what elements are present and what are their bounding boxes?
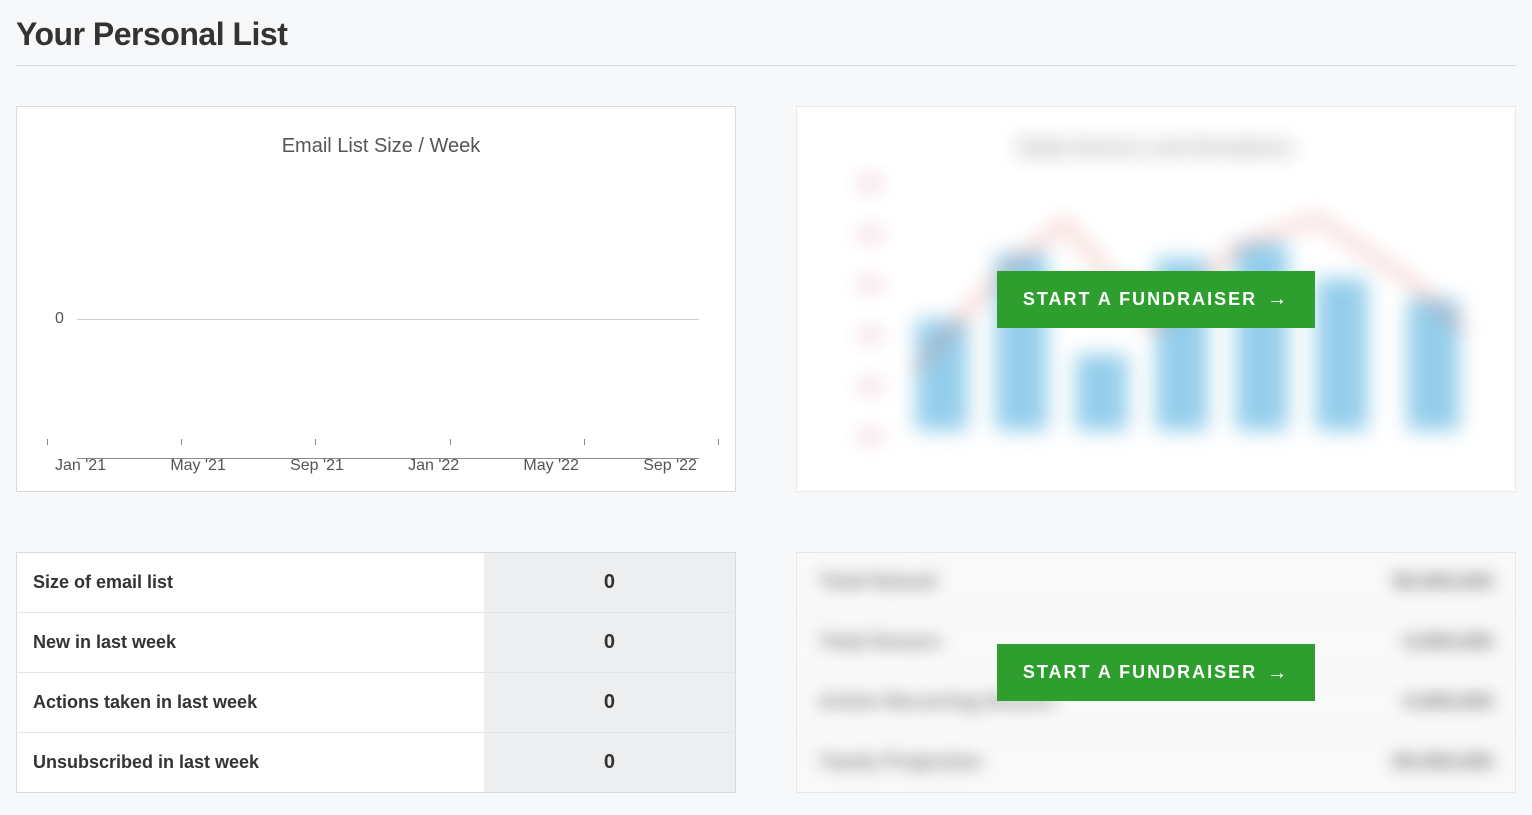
- table-row: New in last week 0: [17, 613, 736, 673]
- x-tick-label: Sep '22: [643, 457, 697, 475]
- email-stats-table: Size of email list 0 New in last week 0 …: [16, 552, 736, 793]
- page-title: Your Personal List: [16, 16, 1516, 53]
- stat-value: 0: [484, 673, 736, 733]
- x-tick-label: May '21: [170, 457, 226, 475]
- cta-label: START A FUNDRAISER: [1023, 289, 1257, 310]
- cta-label: START A FUNDRAISER: [1023, 662, 1257, 683]
- fundraiser-chart-placeholder: Daily Donors and Donations 800 600 500 4…: [805, 119, 1507, 479]
- cta-overlay: START A FUNDRAISER →: [805, 119, 1507, 479]
- arrow-right-icon: →: [1267, 289, 1289, 309]
- stats-row: Size of email list 0 New in last week 0 …: [16, 552, 1516, 793]
- table-row: Unsubscribed in last week 0: [17, 733, 736, 793]
- table-row: Actions taken in last week 0: [17, 673, 736, 733]
- table-row: Size of email list 0: [17, 553, 736, 613]
- stat-label: New in last week: [17, 613, 484, 673]
- cta-overlay-2: START A FUNDRAISER →: [797, 553, 1515, 792]
- email-list-chart-title: Email List Size / Week: [55, 135, 707, 158]
- stat-value: 0: [484, 553, 736, 613]
- x-axis-labels: Jan '21 May '21 Sep '21 Jan '22 May '22 …: [55, 457, 697, 475]
- arrow-right-icon: →: [1267, 663, 1289, 683]
- stat-value: 0: [484, 733, 736, 793]
- stat-label: Actions taken in last week: [17, 673, 484, 733]
- email-list-chart-card: Email List Size / Week 0 Jan '21 May '21…: [16, 106, 736, 492]
- email-list-chart-area: 0: [55, 168, 707, 458]
- title-divider: [16, 65, 1516, 66]
- fundraiser-chart-card: Daily Donors and Donations 800 600 500 4…: [796, 106, 1516, 492]
- email-list-chart: Email List Size / Week 0 Jan '21 May '21…: [25, 119, 727, 479]
- x-tick-label: Jan '21: [55, 457, 106, 475]
- start-fundraiser-button[interactable]: START A FUNDRAISER →: [997, 271, 1315, 328]
- y-tick-0: 0: [55, 310, 64, 328]
- x-tick-marks: [47, 439, 719, 445]
- y-gridline-0: [77, 319, 699, 320]
- x-tick-label: Jan '22: [408, 457, 459, 475]
- stat-label: Unsubscribed in last week: [17, 733, 484, 793]
- charts-row: Email List Size / Week 0 Jan '21 May '21…: [16, 106, 1516, 492]
- stat-value: 0: [484, 613, 736, 673]
- x-tick-label: Sep '21: [290, 457, 344, 475]
- fundraiser-stats-placeholder: Total Raised $0,000,000 Total Donors 0,0…: [796, 552, 1516, 793]
- x-tick-label: May '22: [523, 457, 579, 475]
- stat-label: Size of email list: [17, 553, 484, 613]
- start-fundraiser-button[interactable]: START A FUNDRAISER →: [997, 644, 1315, 701]
